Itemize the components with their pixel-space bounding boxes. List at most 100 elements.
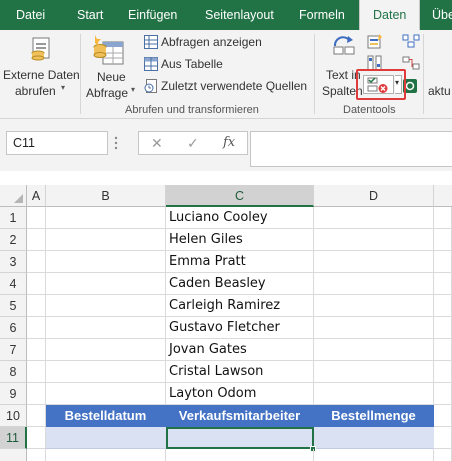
- cell-d4[interactable]: [314, 273, 434, 295]
- row-header[interactable]: [0, 449, 27, 461]
- cell-c9[interactable]: Layton Odom: [166, 383, 314, 405]
- cell-b7[interactable]: [46, 339, 166, 361]
- cell-a3[interactable]: [27, 251, 46, 273]
- row-header[interactable]: 5: [0, 295, 27, 317]
- cell-a7[interactable]: [27, 339, 46, 361]
- tab-einfuegen[interactable]: Einfügen: [128, 0, 177, 30]
- row-header[interactable]: 9: [0, 383, 27, 405]
- cell-d7[interactable]: [314, 339, 434, 361]
- fx-icon[interactable]: fx: [223, 135, 235, 150]
- row-header[interactable]: 8: [0, 361, 27, 383]
- cell-b8[interactable]: [46, 361, 166, 383]
- cell-b4[interactable]: [46, 273, 166, 295]
- row-header[interactable]: 7: [0, 339, 27, 361]
- cell-b9[interactable]: [46, 383, 166, 405]
- row-header[interactable]: 10: [0, 405, 27, 427]
- column-header-d[interactable]: D: [314, 185, 434, 207]
- cell-d9[interactable]: [314, 383, 434, 405]
- column-header-e[interactable]: [434, 185, 452, 207]
- cell-a9[interactable]: [27, 383, 46, 405]
- row-header-selected[interactable]: 11: [0, 427, 27, 449]
- more-options-icon[interactable]: [113, 136, 119, 150]
- cell-e6[interactable]: [434, 317, 452, 339]
- cell-a5[interactable]: [27, 295, 46, 317]
- table-header-verkaufsmitarbeiter[interactable]: Verkaufsmitarbeiter: [166, 405, 314, 427]
- cell-d2[interactable]: [314, 229, 434, 251]
- cell-e12[interactable]: [434, 449, 452, 461]
- row-header[interactable]: 4: [0, 273, 27, 295]
- cell-d5[interactable]: [314, 295, 434, 317]
- cell-e9[interactable]: [434, 383, 452, 405]
- tab-seitenlayout[interactable]: Seitenlayout: [205, 0, 274, 30]
- cell-a6[interactable]: [27, 317, 46, 339]
- cell-c4[interactable]: Caden Beasley: [166, 273, 314, 295]
- cell-e4[interactable]: [434, 273, 452, 295]
- table-cell-d11[interactable]: [314, 427, 434, 449]
- recent-sources-button[interactable]: Zuletzt verwendete Quellen: [143, 77, 313, 97]
- cell-b3[interactable]: [46, 251, 166, 273]
- cell-a12[interactable]: [27, 449, 46, 461]
- row-header[interactable]: 6: [0, 317, 27, 339]
- cell-b2[interactable]: [46, 229, 166, 251]
- cell-c6[interactable]: Gustavo Fletcher: [166, 317, 314, 339]
- cell-c7[interactable]: Jovan Gates: [166, 339, 314, 361]
- cell-c2[interactable]: Helen Giles: [166, 229, 314, 251]
- active-cell-c11[interactable]: [166, 427, 314, 449]
- relationships-icon[interactable]: [402, 56, 420, 70]
- cell-e8[interactable]: [434, 361, 452, 383]
- flash-fill-icon[interactable]: [367, 34, 383, 50]
- name-box[interactable]: C11: [6, 131, 108, 155]
- cell-d12[interactable]: [314, 449, 434, 461]
- cell-a8[interactable]: [27, 361, 46, 383]
- row-header[interactable]: 2: [0, 229, 27, 251]
- from-table-button[interactable]: Aus Tabelle: [143, 55, 313, 75]
- cell-a4[interactable]: [27, 273, 46, 295]
- cell-a10[interactable]: [27, 405, 46, 427]
- cell-c3[interactable]: Emma Pratt: [166, 251, 314, 273]
- cell-b12[interactable]: [46, 449, 166, 461]
- formula-input[interactable]: [250, 131, 452, 167]
- cell-e5[interactable]: [434, 295, 452, 317]
- data-validation-dropdown[interactable]: ▾: [395, 75, 402, 94]
- cell-b1[interactable]: [46, 207, 166, 229]
- cell-b5[interactable]: [46, 295, 166, 317]
- enter-icon[interactable]: ✓: [187, 135, 199, 152]
- column-header-a[interactable]: A: [27, 185, 46, 207]
- data-validation-button[interactable]: ▾: [356, 69, 406, 100]
- table-header-bestelldatum[interactable]: Bestelldatum: [46, 405, 166, 427]
- cell-e10[interactable]: [434, 405, 452, 427]
- tab-datei[interactable]: Datei: [16, 0, 45, 30]
- tab-formeln[interactable]: Formeln: [299, 0, 345, 30]
- tab-start[interactable]: Start: [77, 0, 103, 30]
- cell-c5[interactable]: Carleigh Ramirez: [166, 295, 314, 317]
- cell-e7[interactable]: [434, 339, 452, 361]
- cell-b6[interactable]: [46, 317, 166, 339]
- row-header[interactable]: 3: [0, 251, 27, 273]
- cell-c12[interactable]: [166, 449, 314, 461]
- cell-d6[interactable]: [314, 317, 434, 339]
- table-cell-b11[interactable]: [46, 427, 166, 449]
- cell-a2[interactable]: [27, 229, 46, 251]
- cell-e1[interactable]: [434, 207, 452, 229]
- column-header-b[interactable]: B: [46, 185, 166, 207]
- show-queries-button[interactable]: Abfragen anzeigen: [143, 33, 313, 53]
- refresh-all-label[interactable]: aktu: [428, 84, 451, 98]
- table-header-bestellmenge[interactable]: Bestellmenge: [314, 405, 434, 427]
- tab-daten[interactable]: Daten: [359, 0, 421, 30]
- cell-e11[interactable]: [434, 427, 452, 449]
- cell-a11[interactable]: [27, 427, 46, 449]
- cell-d8[interactable]: [314, 361, 434, 383]
- cell-a1[interactable]: [27, 207, 46, 229]
- consolidate-icon[interactable]: [402, 34, 420, 48]
- cell-e2[interactable]: [434, 229, 452, 251]
- tab-ueberpruefen[interactable]: Über: [432, 0, 452, 30]
- connections-icon[interactable]: [331, 32, 357, 56]
- column-header-c[interactable]: C: [166, 185, 314, 207]
- cell-c1[interactable]: Luciano Cooley: [166, 207, 314, 229]
- cancel-icon[interactable]: ✕: [151, 135, 163, 152]
- row-header[interactable]: 1: [0, 207, 27, 229]
- new-query-button[interactable]: Neue Abfrage ▾: [84, 32, 138, 102]
- cell-d1[interactable]: [314, 207, 434, 229]
- external-data-button[interactable]: Externe Daten abrufen ▾: [2, 32, 80, 102]
- cell-c8[interactable]: Cristal Lawson: [166, 361, 314, 383]
